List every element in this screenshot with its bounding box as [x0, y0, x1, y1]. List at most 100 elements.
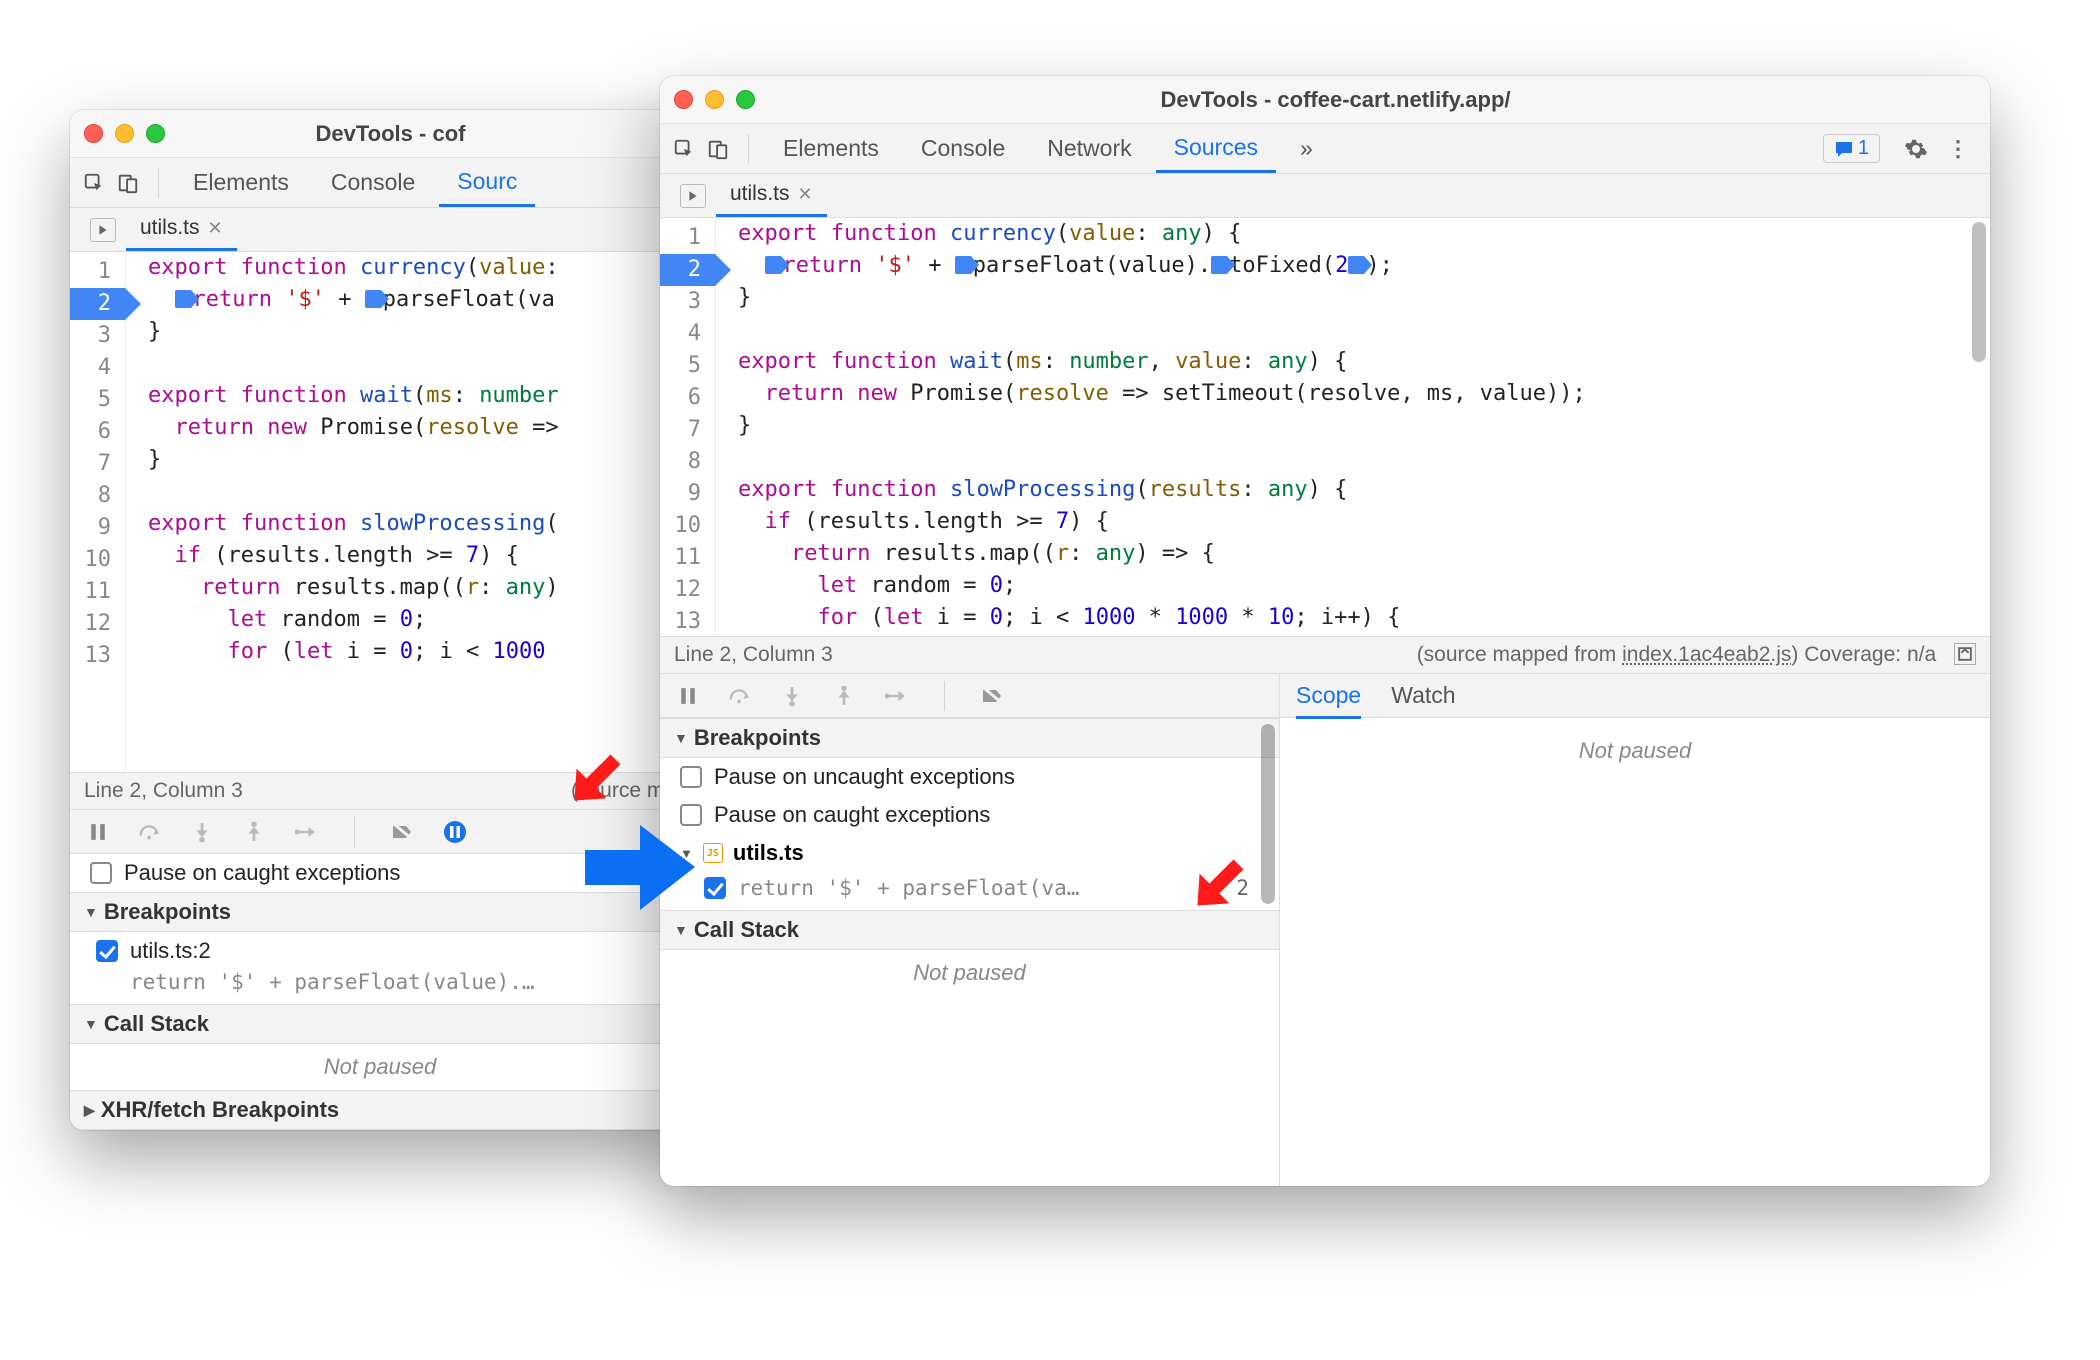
chevron-down-icon: ▼: [84, 904, 98, 920]
inspect-icon[interactable]: [80, 169, 108, 197]
checkbox[interactable]: [90, 862, 112, 884]
annotation-blue-arrow-icon: [585, 825, 695, 910]
checkbox[interactable]: [96, 940, 118, 962]
code-body[interactable]: export function currency(value: return '…: [126, 252, 690, 772]
not-paused-label: Not paused: [70, 1044, 690, 1090]
tab-watch[interactable]: Watch: [1391, 682, 1455, 709]
breakpoint-marker[interactable]: 2: [660, 254, 715, 286]
tab-scope[interactable]: Scope: [1296, 682, 1361, 719]
scrollbar[interactable]: [1972, 222, 1986, 362]
step-into-icon[interactable]: [778, 682, 806, 710]
device-toggle-icon[interactable]: [114, 169, 142, 197]
mapped-file-link[interactable]: index.1ac4eab2.js: [1622, 643, 1791, 666]
chevron-down-icon: ▼: [84, 1016, 98, 1032]
bp-preview-code: return '$' + parseFloat(value).…: [70, 970, 690, 1004]
titlebar: DevTools - coffee-cart.netlify.app/: [660, 76, 1990, 124]
minimize-window-icon[interactable]: [115, 124, 134, 143]
debugger-left-pane: ▼ Breakpoints Pause on uncaught exceptio…: [660, 674, 1280, 1186]
window-title: DevTools - cof: [165, 121, 676, 147]
tab-elements[interactable]: Elements: [175, 158, 307, 207]
editor-status: Line 2, Column 3 (source mapped from ind…: [660, 636, 1990, 674]
pause-caught-label: Pause on caught exceptions: [124, 860, 400, 886]
titlebar: DevTools - cof: [70, 110, 690, 158]
deactivate-breakpoints-icon[interactable]: [979, 682, 1007, 710]
annotation-red-arrow-icon: [555, 740, 625, 810]
pause-exceptions-toggle-icon[interactable]: [441, 818, 469, 846]
checkbox[interactable]: [704, 877, 726, 899]
tab-network[interactable]: Network: [1029, 124, 1149, 173]
devtools-toolbar: Elements Console Network Sources » 1 ⋮: [660, 124, 1990, 174]
file-tab-utils[interactable]: utils.ts ✕: [716, 174, 827, 217]
callstack-header[interactable]: ▼ Call Stack: [70, 1004, 690, 1044]
file-name: utils.ts: [140, 216, 200, 240]
gutter[interactable]: 1 2 3 4 5 6 7 8 9 10 11 12 13: [70, 252, 126, 772]
annotation-red-arrow-icon: [1178, 845, 1248, 915]
file-name: utils.ts: [730, 182, 790, 206]
pause-icon[interactable]: [84, 818, 112, 846]
tab-sources[interactable]: Sources: [1156, 124, 1276, 173]
show-navigator-icon[interactable]: [90, 218, 116, 242]
pause-icon[interactable]: [674, 682, 702, 710]
step-icon[interactable]: [292, 818, 320, 846]
debugger-toolbar: [660, 674, 1279, 718]
more-tabs-icon[interactable]: »: [1282, 124, 1331, 173]
gear-icon[interactable]: [1902, 135, 1930, 163]
tab-elements[interactable]: Elements: [765, 124, 897, 173]
bp-file-label: utils.ts:2: [130, 938, 211, 964]
zoom-window-icon[interactable]: [736, 90, 755, 109]
callstack-header[interactable]: ▼ Call Stack: [660, 910, 1279, 950]
js-file-icon: JS: [703, 843, 723, 863]
zoom-window-icon[interactable]: [146, 124, 165, 143]
pause-uncaught-row[interactable]: Pause on uncaught exceptions: [660, 758, 1279, 796]
xhr-breakpoints-header[interactable]: ▶ XHR/fetch Breakpoints: [70, 1090, 690, 1130]
tab-sources[interactable]: Sourc: [439, 158, 535, 207]
pause-caught-row[interactable]: Pause on caught exceptions: [660, 796, 1279, 834]
cursor-position: Line 2, Column 3: [84, 779, 243, 803]
breakpoint-marker[interactable]: 2: [70, 288, 125, 320]
tab-console[interactable]: Console: [313, 158, 433, 207]
not-paused-label: Not paused: [660, 950, 1279, 996]
kebab-icon[interactable]: ⋮: [1944, 135, 1972, 163]
pause-caught-label: Pause on caught exceptions: [714, 802, 990, 828]
code-editor[interactable]: 1 2 3 4 5 6 7 8 9 10 11 12 13 export fun…: [70, 252, 690, 772]
chevron-down-icon: ▼: [674, 730, 688, 746]
step-over-icon[interactable]: [136, 818, 164, 846]
checkbox[interactable]: [680, 804, 702, 826]
file-tabbar: utils.ts ✕: [660, 174, 1990, 218]
scope-watch-tabs: Scope Watch: [1280, 674, 1990, 718]
device-toggle-icon[interactable]: [704, 135, 732, 163]
step-out-icon[interactable]: [240, 818, 268, 846]
close-window-icon[interactable]: [674, 90, 693, 109]
issues-count: 1: [1858, 137, 1869, 160]
debugger-right-pane: Scope Watch Not paused: [1280, 674, 1990, 1186]
code-body[interactable]: export function currency(value: any) { r…: [716, 218, 1990, 636]
inspect-icon[interactable]: [670, 135, 698, 163]
tab-console[interactable]: Console: [903, 124, 1023, 173]
source-map-info: (source mapped from index.1ac4eab2.js) C…: [1417, 643, 1976, 667]
code-editor[interactable]: 1 2 3 4 5 6 7 8 9 10 11 12 13 export fun…: [660, 218, 1990, 636]
gutter[interactable]: 1 2 3 4 5 6 7 8 9 10 11 12 13: [660, 218, 716, 636]
bp-preview-code: return '$' + parseFloat(va…: [738, 876, 1079, 900]
deactivate-breakpoints-icon[interactable]: [389, 818, 417, 846]
file-tab-utils[interactable]: utils.ts ✕: [126, 208, 237, 251]
close-icon[interactable]: ✕: [798, 184, 813, 205]
show-navigator-icon[interactable]: [680, 184, 706, 208]
bp-file-label: utils.ts: [733, 840, 804, 866]
checkbox[interactable]: [680, 766, 702, 788]
step-into-icon[interactable]: [188, 818, 216, 846]
step-out-icon[interactable]: [830, 682, 858, 710]
breakpoints-header[interactable]: ▼ Breakpoints: [660, 718, 1279, 758]
close-icon[interactable]: ✕: [208, 218, 223, 239]
window-title: DevTools - coffee-cart.netlify.app/: [755, 87, 1976, 113]
close-window-icon[interactable]: [84, 124, 103, 143]
pause-uncaught-label: Pause on uncaught exceptions: [714, 764, 1015, 790]
issues-button[interactable]: 1: [1823, 134, 1880, 163]
step-over-icon[interactable]: [726, 682, 754, 710]
step-icon[interactable]: [882, 682, 910, 710]
traffic-lights: [674, 90, 755, 109]
scrollbar[interactable]: [1261, 724, 1275, 904]
chevron-down-icon: ▼: [674, 922, 688, 938]
breakpoint-item[interactable]: utils.ts:2: [70, 932, 690, 970]
minimize-window-icon[interactable]: [705, 90, 724, 109]
collapse-icon[interactable]: [1954, 643, 1976, 665]
